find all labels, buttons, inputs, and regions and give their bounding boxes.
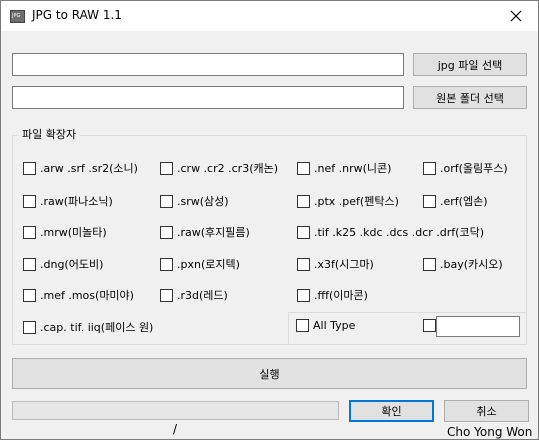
checkbox-box[interactable] [423,161,436,175]
all-type-label: All Type [313,319,356,332]
checkbox-box[interactable] [160,161,173,175]
ext-label: .arw .srf .sr2(소니) [40,162,138,175]
ext-label: .nef .nrw(니콘) [314,162,392,175]
checkbox-box[interactable] [160,225,173,239]
ext-checkbox-fujifilm[interactable]: .raw(후지필름) [160,224,250,240]
ext-label: .mrw(미놀타) [40,226,107,239]
ext-label: .bay(카시오) [440,258,503,271]
ext-label: .raw(후지필름) [177,226,250,239]
app-window: JPG to RAW 1.1 jpg 파일 선택 원본 폴더 선택 파일 확장자… [0,0,539,440]
cancel-button[interactable]: 취소 [444,400,529,422]
checkbox-box[interactable] [423,194,436,208]
ext-label: .fff(이마콘) [314,289,368,302]
ext-label: .ptx .pef(펜탁스) [314,195,399,208]
ext-checkbox-pentax[interactable]: .ptx .pef(펜탁스) [297,193,399,209]
ext-checkbox-sony[interactable]: .arw .srf .sr2(소니) [23,160,138,176]
ext-label: .orf(올림푸스) [440,162,508,175]
ext-label: .cap. tif. iiq(페이스 원) [40,321,154,334]
ext-label: .crw .cr2 .cr3(캐논) [177,162,279,175]
checkbox-box[interactable] [297,161,310,175]
ok-button[interactable]: 확인 [349,400,434,422]
select-raw-folder-button[interactable]: 원본 폴더 선택 [413,86,527,109]
checkbox-box[interactable] [23,257,36,271]
ext-checkbox-adobe[interactable]: .dng(어도비) [23,256,103,272]
ext-checkbox-imacon[interactable]: .fff(이마콘) [297,287,368,303]
divider-vertical [288,312,289,345]
progress-bar [12,401,339,420]
ext-label: .dng(어도비) [40,258,104,271]
jpg-path-input[interactable] [12,53,404,76]
app-icon [10,10,25,23]
checkbox-box[interactable] [23,161,36,175]
ext-checkbox-samsung[interactable]: .srw(삼성) [160,193,229,209]
checkbox-box[interactable] [297,257,310,271]
ext-label: .erf(엡손) [440,195,488,208]
checkbox-box[interactable] [423,319,436,332]
author-credit: Cho Yong Won [447,425,533,439]
ext-checkbox-canon[interactable]: .crw .cr2 .cr3(캐논) [160,160,278,176]
checkbox-box[interactable] [23,288,36,302]
checkbox-box[interactable] [160,257,173,271]
ext-label: .pxn(로지텍) [177,258,240,271]
ext-label: .x3f(시그마) [314,258,374,271]
ext-checkbox-mamiya[interactable]: .mef .mos(마미야) [23,287,134,303]
ext-checkbox-olympus[interactable]: .orf(올림푸스) [423,160,508,176]
ext-checkbox-kodak[interactable]: .tif .k25 .kdc .dcs .dcr .drf(코닥) [297,224,484,240]
ext-label: .srw(삼성) [177,195,229,208]
divider-horizontal [288,312,526,313]
ext-checkbox-sigma[interactable]: .x3f(시그마) [297,256,374,272]
checkbox-box[interactable] [23,320,36,334]
checkbox-box[interactable] [297,225,310,239]
ext-checkbox-red[interactable]: .r3d(레드) [160,287,228,303]
run-button[interactable]: 실행 [12,358,527,389]
checkbox-box[interactable] [160,288,173,302]
ext-checkbox-phaseone[interactable]: .cap. tif. iiq(페이스 원) [23,319,153,335]
checkbox-box[interactable] [297,194,310,208]
title-bar: JPG to RAW 1.1 [1,1,538,31]
custom-ext-input[interactable] [436,316,520,337]
extension-group-label: 파일 확장자 [19,126,80,142]
ext-checkbox-nikon[interactable]: .nef .nrw(니콘) [297,160,391,176]
checkbox-box[interactable] [23,194,36,208]
ext-checkbox-epson[interactable]: .erf(엡손) [423,193,487,209]
raw-folder-input[interactable] [12,86,404,109]
ext-label: .mef .mos(마미야) [40,289,134,302]
window-title: JPG to RAW 1.1 [32,8,122,22]
ext-label: .raw(파나소닉) [40,195,113,208]
close-button[interactable] [494,1,538,31]
checkbox-box[interactable] [23,225,36,239]
checkbox-box[interactable] [297,288,310,302]
ext-checkbox-logitech[interactable]: .pxn(로지텍) [160,256,240,272]
ext-label: .tif .k25 .kdc .dcs .dcr .drf(코닥) [314,226,484,239]
ext-checkbox-casio[interactable]: .bay(카시오) [423,256,503,272]
checkbox-box[interactable] [296,319,309,332]
checkbox-box[interactable] [423,257,436,271]
ext-checkbox-panasonic[interactable]: .raw(파나소닉) [23,193,113,209]
all-type-checkbox[interactable]: All Type [296,319,355,332]
select-jpg-button[interactable]: jpg 파일 선택 [413,53,527,76]
checkbox-box[interactable] [160,194,173,208]
ext-label: .r3d(레드) [177,289,228,302]
ext-checkbox-minolta[interactable]: .mrw(미놀타) [23,224,107,240]
status-marker: / [173,422,178,436]
close-icon [510,10,522,22]
